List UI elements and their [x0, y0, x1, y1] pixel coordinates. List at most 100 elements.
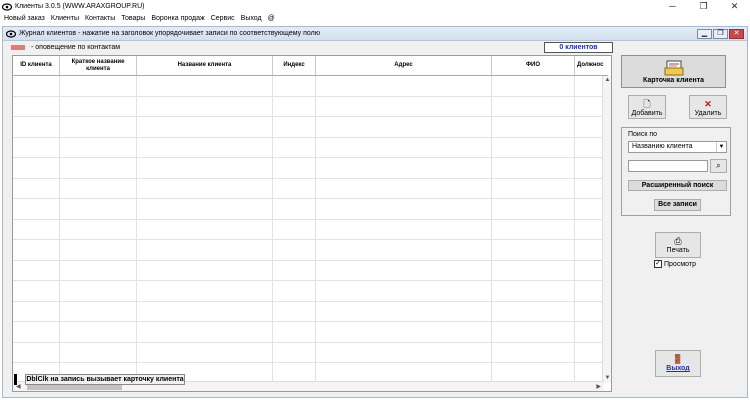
table-cell[interactable]: [273, 322, 316, 342]
menu-contacts[interactable]: Контакты: [82, 13, 118, 24]
table-row[interactable]: [13, 199, 603, 220]
table-cell[interactable]: [492, 117, 575, 137]
table-cell[interactable]: [316, 281, 492, 301]
search-input[interactable]: [628, 160, 708, 172]
table-cell[interactable]: [492, 363, 575, 383]
table-cell[interactable]: [316, 363, 492, 383]
table-cell[interactable]: [13, 178, 60, 198]
col-header-id[interactable]: ID клиента: [13, 56, 60, 75]
table-cell[interactable]: [60, 199, 137, 219]
advanced-search-button[interactable]: Расширенный поиск: [628, 180, 727, 191]
client-card-button[interactable]: Карточка клиента: [621, 55, 726, 88]
table-cell[interactable]: [492, 137, 575, 157]
exit-button[interactable]: 🚪 Выход: [655, 350, 701, 377]
search-field-select[interactable]: Названию клиента ▼: [628, 141, 727, 153]
print-button[interactable]: ⎙ Печать: [655, 232, 701, 258]
preview-checkbox[interactable]: ✓ Просмотр: [654, 260, 696, 268]
menu-clients[interactable]: Клиенты: [48, 13, 82, 24]
table-cell[interactable]: [316, 301, 492, 321]
table-cell[interactable]: [492, 322, 575, 342]
table-cell[interactable]: [575, 219, 603, 239]
table-cell[interactable]: [575, 342, 603, 362]
table-cell[interactable]: [273, 260, 316, 280]
table-cell[interactable]: [492, 178, 575, 198]
table-cell[interactable]: [13, 301, 60, 321]
table-row[interactable]: [13, 76, 603, 97]
table-cell[interactable]: [137, 117, 273, 137]
table-cell[interactable]: [575, 301, 603, 321]
table-cell[interactable]: [137, 158, 273, 178]
table-cell[interactable]: [273, 219, 316, 239]
close-button[interactable]: ✕: [719, 0, 750, 13]
minimize-button[interactable]: ─: [657, 0, 688, 13]
all-records-button[interactable]: Все записи: [654, 199, 701, 211]
table-row[interactable]: [13, 96, 603, 117]
table-cell[interactable]: [137, 260, 273, 280]
menu-service[interactable]: Сервис: [208, 13, 238, 24]
table-cell[interactable]: [60, 342, 137, 362]
table-cell[interactable]: [60, 260, 137, 280]
table-cell[interactable]: [575, 158, 603, 178]
col-header-position[interactable]: Должнос: [575, 56, 608, 75]
table-row[interactable]: [13, 342, 603, 363]
table-cell[interactable]: [575, 76, 603, 96]
table-cell[interactable]: [13, 260, 60, 280]
menu-products[interactable]: Товары: [118, 13, 148, 24]
table-cell[interactable]: [316, 342, 492, 362]
table-cell[interactable]: [575, 117, 603, 137]
menu-sales-funnel[interactable]: Воронка продаж: [148, 13, 207, 24]
table-cell[interactable]: [13, 219, 60, 239]
table-cell[interactable]: [492, 76, 575, 96]
table-cell[interactable]: [492, 158, 575, 178]
table-cell[interactable]: [316, 260, 492, 280]
table-cell[interactable]: [13, 137, 60, 157]
table-cell[interactable]: [575, 199, 603, 219]
table-cell[interactable]: [60, 281, 137, 301]
table-row[interactable]: [13, 260, 603, 281]
col-header-fio[interactable]: ФИО: [492, 56, 575, 75]
table-cell[interactable]: [137, 322, 273, 342]
child-minimize-button[interactable]: ▁: [697, 29, 712, 39]
table-cell[interactable]: [575, 322, 603, 342]
table-row[interactable]: [13, 137, 603, 158]
table-cell[interactable]: [13, 158, 60, 178]
table-cell[interactable]: [316, 158, 492, 178]
table-cell[interactable]: [316, 199, 492, 219]
table-cell[interactable]: [137, 301, 273, 321]
table-cell[interactable]: [316, 178, 492, 198]
table-cell[interactable]: [60, 322, 137, 342]
table-cell[interactable]: [492, 199, 575, 219]
table-cell[interactable]: [13, 199, 60, 219]
table-cell[interactable]: [273, 363, 316, 383]
table-cell[interactable]: [316, 322, 492, 342]
table-cell[interactable]: [273, 342, 316, 362]
col-header-index[interactable]: Индекс: [273, 56, 316, 75]
table-cell[interactable]: [273, 281, 316, 301]
delete-button[interactable]: ✕ Удалить: [689, 95, 727, 119]
table-cell[interactable]: [273, 178, 316, 198]
table-cell[interactable]: [316, 117, 492, 137]
scroll-right-icon[interactable]: ▶: [596, 382, 601, 391]
table-row[interactable]: [13, 158, 603, 179]
table-cell[interactable]: [13, 96, 60, 116]
table-cell[interactable]: [575, 96, 603, 116]
table-cell[interactable]: [273, 117, 316, 137]
add-button[interactable]: 🗋 Добавить: [628, 95, 666, 119]
table-cell[interactable]: [575, 137, 603, 157]
table-cell[interactable]: [575, 178, 603, 198]
table-cell[interactable]: [60, 219, 137, 239]
checkbox-checked-icon[interactable]: ✓: [654, 260, 662, 268]
table-cell[interactable]: [492, 281, 575, 301]
vertical-scrollbar[interactable]: ▲ ▼: [602, 76, 611, 383]
table-cell[interactable]: [316, 137, 492, 157]
table-cell[interactable]: [273, 199, 316, 219]
table-cell[interactable]: [316, 219, 492, 239]
table-cell[interactable]: [60, 158, 137, 178]
table-cell[interactable]: [273, 137, 316, 157]
table-cell[interactable]: [492, 260, 575, 280]
scroll-up-icon[interactable]: ▲: [603, 76, 611, 85]
table-cell[interactable]: [316, 96, 492, 116]
table-row[interactable]: [13, 178, 603, 199]
table-cell[interactable]: [137, 76, 273, 96]
table-cell[interactable]: [273, 96, 316, 116]
